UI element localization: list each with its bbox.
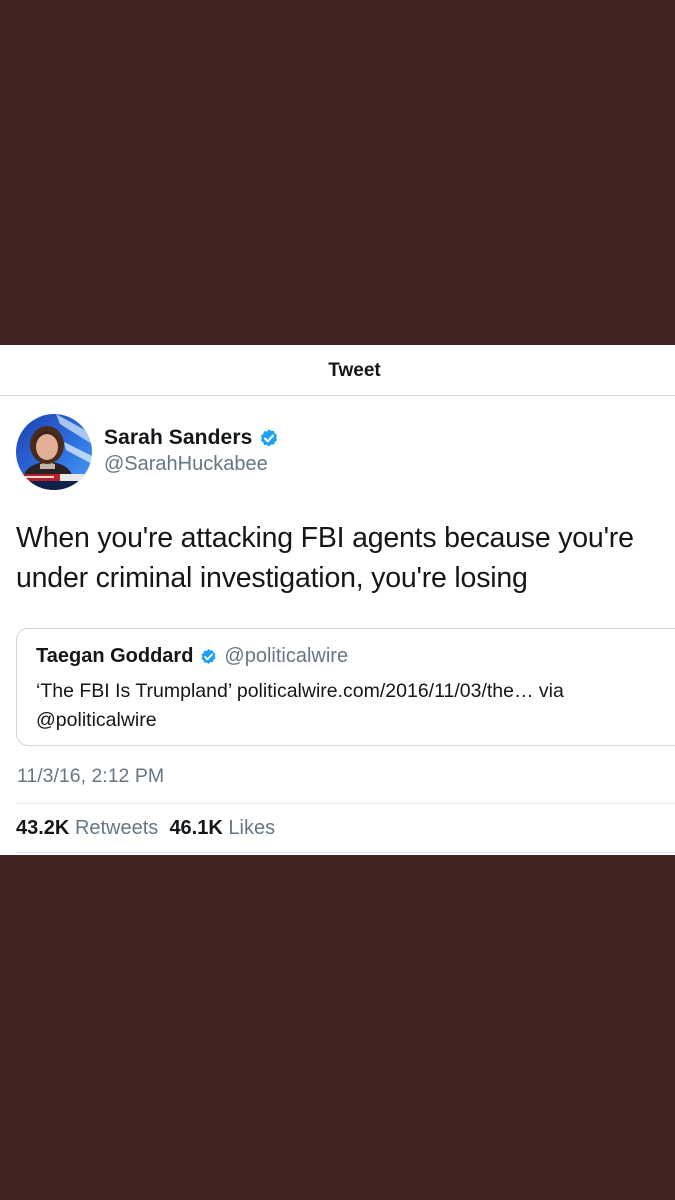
verified-badge-icon (258, 427, 280, 449)
nav-bar: Tweet (0, 345, 675, 396)
tweet-text: When you're attacking FBI agents because… (16, 522, 634, 594)
likes-count: 46.1K (169, 817, 223, 839)
page-title: Tweet (328, 360, 381, 381)
likes-stat[interactable]: 46.1K Likes (169, 817, 275, 839)
quoted-author-handle: @politicalwire (224, 645, 349, 667)
quoted-tweet[interactable]: Taegan Goddard @politicalwire ‘The FBI I… (16, 628, 675, 746)
quoted-tweet-text: ‘The FBI Is Trumpland’ politicalwire.com… (36, 680, 564, 731)
retweets-stat[interactable]: 43.2K Retweets (16, 817, 158, 839)
quoted-verified-badge-icon (199, 647, 218, 666)
quoted-tweet-header: Taegan Goddard @politicalwire (36, 645, 348, 668)
avatar[interactable] (16, 414, 92, 490)
retweets-count: 43.2K (16, 817, 70, 839)
quoted-author-name: Taegan Goddard (36, 645, 194, 667)
author-name-row[interactable]: Sarah Sanders (104, 426, 280, 450)
divider (16, 803, 675, 804)
retweets-label: Retweets (74, 817, 159, 839)
author-name[interactable]: Sarah Sanders (104, 426, 252, 450)
tweet-card: Tweet Sarah Sanders @SarahHuckabee When … (0, 345, 675, 855)
bottom-background (0, 855, 675, 1200)
tweet-timestamp: 11/3/16, 2:12 PM (17, 765, 165, 787)
likes-label: Likes (228, 817, 276, 839)
author-handle[interactable]: @SarahHuckabee (104, 453, 268, 476)
top-background (0, 0, 675, 345)
engagement-stats: 43.2K Retweets 46.1K Likes (16, 817, 275, 840)
divider-bottom (16, 852, 675, 853)
